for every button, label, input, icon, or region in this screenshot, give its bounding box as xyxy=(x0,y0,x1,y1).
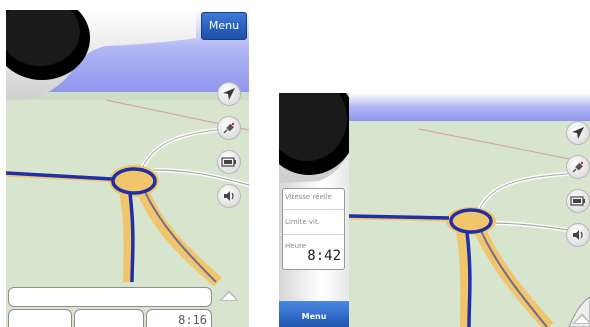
speaker-icon[interactable] xyxy=(217,184,241,208)
satellite-icon[interactable] xyxy=(217,116,241,140)
expand-up-icon[interactable] xyxy=(572,313,590,324)
divider xyxy=(283,209,344,210)
battery-icon xyxy=(566,189,590,213)
divider xyxy=(283,234,344,235)
expand-up-icon[interactable] xyxy=(219,290,239,301)
street-name-field xyxy=(8,287,212,307)
clock-value: 8:42 xyxy=(307,248,341,264)
map-screen-landscape: Vitesse réelle Limite vit. Heure 8:42 Me… xyxy=(279,93,590,327)
time-label: Heure xyxy=(285,242,307,250)
trip-info-panel[interactable]: Vitesse réelle Limite vit. Heure 8:42 xyxy=(282,188,345,270)
navigation-arrow-icon[interactable] xyxy=(566,121,590,145)
menu-button[interactable]: Menu xyxy=(279,301,349,327)
battery-icon xyxy=(217,150,241,174)
map-view[interactable] xyxy=(6,10,249,327)
speed-limit-label: Limite vit. xyxy=(285,218,320,226)
data-field-2[interactable] xyxy=(74,309,144,327)
satellite-icon[interactable] xyxy=(566,155,590,179)
data-field-1[interactable] xyxy=(8,309,72,327)
info-bar: 8:16 xyxy=(6,282,249,327)
clock-field[interactable]: 8:16 xyxy=(146,309,212,327)
left-panel: Vitesse réelle Limite vit. Heure 8:42 Me… xyxy=(279,93,349,327)
speaker-icon[interactable] xyxy=(566,223,590,247)
map-screen-portrait: Menu 8:16 xyxy=(6,10,249,327)
panel-dial xyxy=(279,93,349,183)
navigation-arrow-icon[interactable] xyxy=(217,82,241,106)
menu-button[interactable]: Menu xyxy=(201,12,247,40)
speed-label: Vitesse réelle xyxy=(285,193,332,201)
